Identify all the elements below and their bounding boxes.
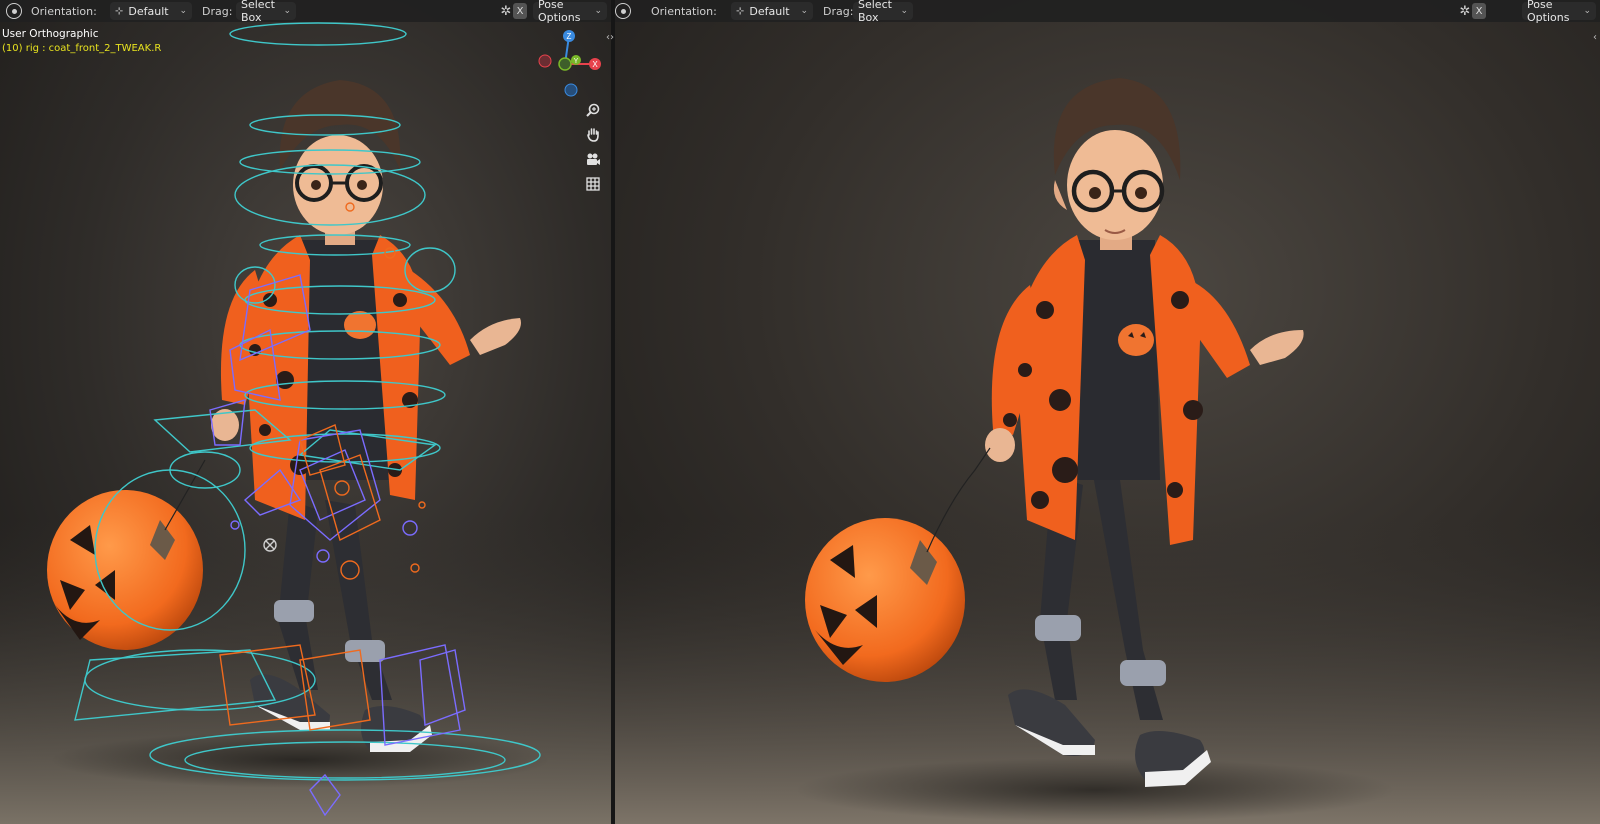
pose-options-label: Pose Options <box>1527 0 1570 24</box>
drag-dropdown[interactable]: Select Box ⌄ <box>236 0 296 24</box>
gizmo-z-label: Z <box>567 32 572 41</box>
drag-value: Select Box <box>241 0 275 24</box>
right-3d-viewport[interactable]: Orientation: ⊹ Default ⌄ Drag: Select Bo… <box>615 0 1600 824</box>
left-3d-viewport[interactable]: Orientation: ⊹ Default ⌄ Drag: Select Bo… <box>0 0 611 824</box>
orientation-value: Default <box>128 4 169 18</box>
right-viewport-header: Orientation: ⊹ Default ⌄ Drag: Select Bo… <box>615 0 1600 24</box>
active-object-text: (10) rig : coat_front_2_TWEAK.R <box>2 43 162 54</box>
chevron-down-icon: ⌄ <box>1583 6 1591 16</box>
editor-type-button[interactable] <box>615 0 631 22</box>
pose-options-label: Pose Options <box>538 0 581 24</box>
pose-options-dropdown[interactable]: Pose Options ⌄ <box>1522 0 1596 24</box>
split-arrows-icon[interactable]: ‹› <box>606 32 614 43</box>
right-viewport-scene <box>615 0 1600 824</box>
pose-options-dropdown[interactable]: Pose Options ⌄ <box>533 0 607 24</box>
gizmo-neg-x[interactable] <box>538 54 552 68</box>
navigation-gizmo[interactable]: Z X Y <box>531 28 601 98</box>
chevron-down-icon: ⌄ <box>283 6 291 16</box>
orientation-label: Orientation: <box>31 4 97 18</box>
drag-dropdown[interactable]: Select Box ⌄ <box>853 0 913 24</box>
grid-icon[interactable] <box>581 172 605 196</box>
drag-label: Drag: <box>202 4 233 18</box>
blender-window: Orientation: ⊹ Default ⌄ Drag: Select Bo… <box>0 0 1600 824</box>
gizmo-y-label: Y <box>574 58 579 65</box>
viewport-mode-icon <box>6 3 22 19</box>
chevron-down-icon: ⌄ <box>800 6 808 16</box>
mirror-x-button[interactable]: X <box>1472 3 1486 19</box>
orientation-dropdown[interactable]: ⊹ Default ⌄ <box>110 2 192 20</box>
gizmo-x-label: X <box>592 60 598 69</box>
chevron-down-icon: ⌄ <box>594 6 602 16</box>
camera-icon[interactable] <box>581 147 605 171</box>
transform-orientation-icon: ⊹ <box>115 5 124 17</box>
chevron-down-icon: ⌄ <box>900 6 908 16</box>
chevron-down-icon: ⌄ <box>179 6 187 16</box>
split-arrow-icon[interactable]: ‹ <box>1593 32 1597 43</box>
orientation-label: Orientation: <box>651 4 717 18</box>
orientation-value: Default <box>749 4 790 18</box>
armature-pose-icon[interactable]: ✲ <box>498 3 514 19</box>
viewport-mode-icon <box>615 3 631 19</box>
mirror-x-button[interactable]: X <box>513 3 527 19</box>
view-name-text: User Orthographic <box>2 28 99 40</box>
gizmo-neg-y[interactable] <box>558 57 572 71</box>
left-viewport-header: Orientation: ⊹ Default ⌄ Drag: Select Bo… <box>0 0 611 24</box>
gizmo-neg-z[interactable] <box>564 83 578 97</box>
zoom-icon[interactable] <box>581 98 605 122</box>
left-viewport-scene <box>0 0 611 824</box>
transform-orientation-icon: ⊹ <box>736 5 745 17</box>
hand-pan-icon[interactable] <box>581 122 605 146</box>
armature-pose-icon[interactable]: ✲ <box>1457 3 1473 19</box>
orientation-dropdown[interactable]: ⊹ Default ⌄ <box>731 2 813 20</box>
drag-value: Select Box <box>858 0 892 24</box>
drag-label: Drag: <box>823 4 854 18</box>
editor-type-button[interactable] <box>6 0 22 22</box>
